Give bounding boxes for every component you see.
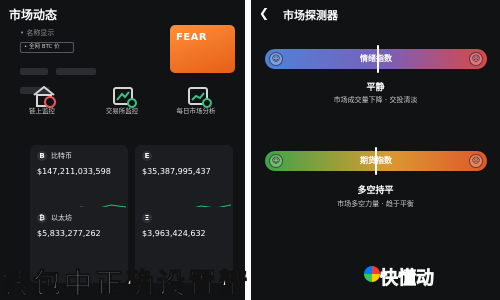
function-label-onchain[interactable]: 链上监控	[12, 105, 72, 115]
btc-price-badge[interactable]: • 全网 BTC 价	[20, 42, 74, 53]
market-detector-screen: ❮ 市场探测器 ☺ 情绪指数 ☹ 平静 市场成交量下降 · 交投清淡 ☺ 期货指…	[251, 0, 500, 300]
function-label-analysis[interactable]: 每日市场分析	[166, 105, 226, 115]
coin-name: 以太坊	[51, 214, 72, 222]
bitcoin-icon: B	[37, 151, 47, 161]
sentiment-meter: ☺ 情绪指数 ☹	[265, 45, 487, 73]
coin-price: $3,963,424,632	[142, 229, 206, 238]
ethereum-icon: E	[142, 151, 152, 161]
function-label-exchange[interactable]: 交易所监控	[92, 105, 152, 115]
fear-label: FEAR	[176, 32, 208, 43]
coin-card[interactable]: ₿ 以太坊 $5,833,277,262	[30, 207, 128, 283]
sentiment-state-title: 平静	[366, 83, 385, 93]
coin-price: $35,387,995,437	[142, 167, 211, 176]
fear-greed-card[interactable]: FEAR	[170, 25, 235, 73]
futures-state-desc: 市场多空力量 · 趋于平衡	[337, 200, 414, 208]
page-title: 市场探测器	[283, 9, 338, 22]
sentiment-meter-label: 情绪指数	[360, 54, 392, 63]
bitcoin-icon: ₿	[37, 213, 47, 223]
market-dynamics-screen: 市场动态 • 名称显示 • 全网 BTC 价 FEAR 链上监控 交易所监控 每…	[0, 0, 245, 300]
sentiment-state-desc: 市场成交量下降 · 交投清淡	[333, 96, 418, 104]
sad-face-icon: ☹	[469, 52, 483, 66]
futures-level-marker	[375, 147, 377, 175]
ethereum-icon: Ξ	[142, 213, 152, 223]
coin-name: 比特币	[51, 152, 72, 160]
sad-face-icon: ☹	[469, 154, 483, 168]
futures-state-title: 多空持平	[357, 186, 394, 196]
placeholder-row	[20, 60, 140, 94]
page-title: 市场动态	[9, 8, 58, 22]
sentiment-level-marker	[377, 45, 380, 73]
coin-price: $147,211,033,598	[37, 167, 111, 176]
back-arrow-icon[interactable]: ❮	[259, 6, 269, 20]
coin-card[interactable]: Ξ $3,963,424,632	[135, 207, 233, 283]
coin-price: $5,833,277,262	[37, 229, 101, 238]
subtitle-text: • 名称显示	[20, 29, 55, 37]
futures-meter: ☺ 期货指数 ☹	[265, 147, 487, 175]
